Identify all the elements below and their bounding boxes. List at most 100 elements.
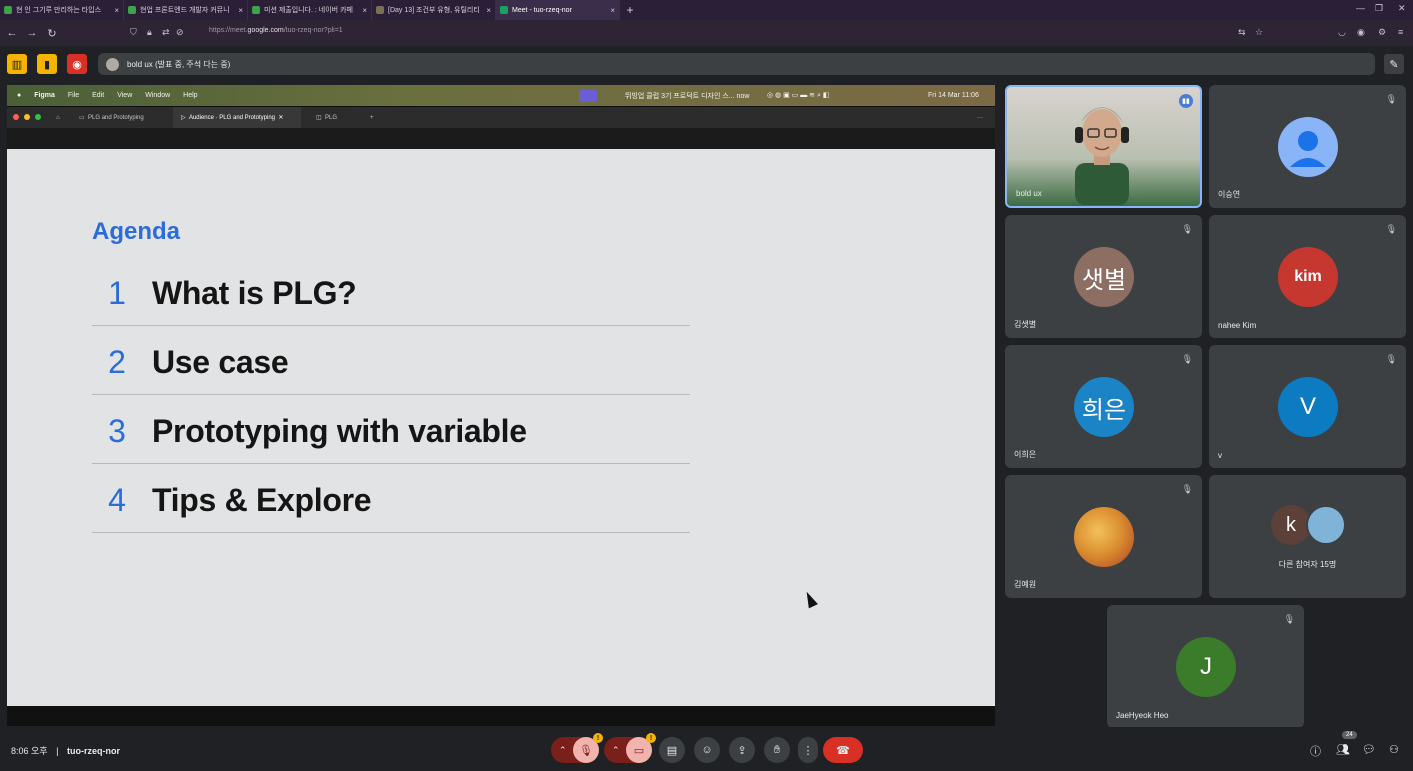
slide-title: Agenda (92, 218, 181, 245)
browser-tab-active[interactable]: Meet - tuo-rzeq-nor × (496, 0, 620, 20)
browser-tab[interactable]: 미션 제출입니다. : 네이버 카페 × (248, 0, 372, 20)
more-options-button[interactable]: ⋮ (798, 737, 818, 763)
pin-presentation-button[interactable]: ▮ (37, 54, 57, 74)
agenda-item: 2 Use case (92, 326, 690, 395)
agenda-item: 1 What is PLG? (92, 257, 690, 326)
avatar: 샛별 (1074, 247, 1134, 307)
presenting-banner: bold ux (발표 중, 주석 다는 중) (98, 53, 1375, 75)
participant-tile[interactable]: 🎙︎ kim nahee Kim (1209, 215, 1406, 338)
browser-tab[interactable]: 현 인 그기루 만리하는 타입스 × (0, 0, 124, 20)
menu-icon[interactable]: ≡ (1398, 27, 1403, 37)
meet-top-bar: ▥ ▮ ◉ bold ux (발표 중, 주석 다는 중) ✎ (0, 46, 1413, 84)
activities-icon[interactable]: ⚇ (1389, 743, 1399, 756)
participant-name: 이승연 (1218, 190, 1241, 199)
agenda-number: 1 (108, 275, 126, 311)
participant-video-tile[interactable]: ▮▮ bold ux (1005, 85, 1202, 208)
participant-name: JaeHyeok Heo (1116, 711, 1169, 720)
browser-tab[interactable]: 현업 프론트엔드 개발자 커뮤니 × (124, 0, 248, 20)
tab-label: Meet - tuo-rzeq-nor (512, 6, 572, 14)
camera-blocked-icon[interactable]: ⊘ (176, 27, 184, 38)
forward-icon[interactable]: → (22, 27, 42, 39)
reload-icon[interactable]: ↻ (42, 27, 62, 40)
hide-toolbar-button[interactable]: ▥ (7, 54, 27, 74)
others-count-label: 다른 참여자 15명 (1278, 560, 1337, 569)
tab-close-icon[interactable]: × (114, 6, 119, 15)
agenda-text: Prototyping with variable (152, 413, 527, 449)
separator: | (56, 746, 59, 756)
agenda-text: What is PLG? (152, 275, 357, 311)
leave-call-button[interactable]: ☎︎ (823, 737, 863, 763)
participant-tile[interactable]: 🎙︎ 이승연 (1209, 85, 1406, 208)
participant-name: v (1218, 451, 1222, 460)
emoji-button[interactable]: ☺ (694, 737, 720, 763)
mic-options-chevron-icon[interactable]: ⌃ (559, 745, 567, 756)
figma-tab-bar: ⌂ ▭ PLG and Prototyping ▷ Audience · PLG… (7, 107, 995, 128)
owl-avatar (1306, 505, 1346, 545)
tab-close-icon[interactable]: × (238, 6, 243, 15)
presenter-video (1075, 107, 1129, 205)
participant-tile[interactable]: 🎙︎ J JaeHyeok Heo (1107, 605, 1304, 728)
tab-close-icon[interactable]: × (362, 6, 367, 15)
record-button[interactable]: ◉ (67, 54, 87, 74)
traffic-close-icon (13, 114, 19, 120)
account-icon[interactable]: ◉ (1357, 27, 1365, 38)
participant-tile[interactable]: 🎙︎ 김예원 (1005, 475, 1202, 598)
new-tab-button[interactable]: + (620, 0, 640, 20)
agenda-text: Use case (152, 344, 289, 380)
people-icon[interactable]: 👥︎ (1336, 743, 1350, 756)
default-profile-icon (1278, 117, 1338, 177)
agenda-text: Tips & Explore (152, 482, 372, 518)
browser-tab[interactable]: [Day 13] 조건부 유형, 유틸리티 × (372, 0, 496, 20)
bookmark-star-icon[interactable]: ☆ (1255, 27, 1263, 38)
camera-options-chevron-icon[interactable]: ⌃ (612, 745, 620, 756)
back-icon[interactable]: ← (2, 27, 22, 39)
lock-icon[interactable]: 🔒︎ (147, 27, 152, 38)
chat-icon[interactable]: 💬︎ (1362, 743, 1376, 756)
url-field[interactable]: https://meet.google.com/tuo-rzeq-nor?pli… (209, 27, 343, 34)
extensions-icon[interactable]: ⚙ (1378, 27, 1386, 38)
menu-file: File (67, 92, 80, 99)
participant-tile[interactable]: 🎙︎ V v (1209, 345, 1406, 468)
avatar: kim (1278, 247, 1338, 307)
others-tile[interactable]: k 다른 참여자 15명 (1209, 475, 1406, 598)
meet-control-bar: 8:06 오후 | tuo-rzeq-nor ⌃ 🎙︎ ! ⌃ ▭ ! ▤ ☺ … (0, 727, 1413, 771)
tab-label: 현업 프론트엔드 개발자 커뮤니 (140, 7, 230, 14)
shield-icon[interactable]: ⛉ (130, 27, 137, 38)
tab-label: 현 인 그기루 만리하는 타입스 (16, 7, 102, 14)
raise-hand-button[interactable]: ✋︎ (764, 737, 790, 763)
participant-count-badge: 24 (1342, 731, 1357, 739)
mic-off-icon: 🎙︎ (1283, 614, 1295, 624)
figma-tab-active: ▷ Audience · PLG and Prototyping ✕ (173, 107, 301, 128)
menu-edit: Edit (92, 92, 105, 99)
mic-off-icon: 🎙︎ (1181, 354, 1193, 364)
menu-window: Window (145, 92, 171, 99)
meeting-info-icon[interactable]: ⓘ (1310, 743, 1321, 759)
window-close-icon[interactable]: ✕ (1398, 3, 1406, 14)
meeting-code: tuo-rzeq-nor (66, 746, 120, 756)
apple-icon: ● (17, 92, 22, 99)
avatar: k (1271, 505, 1311, 545)
status-icons: ◎ ◍ ▣ ▭ ▬ ≋ ⌕ ◧ (767, 92, 830, 99)
avatar: 희은 (1074, 377, 1134, 437)
annotate-pen-button[interactable]: ✎ (1384, 54, 1404, 74)
mouse-cursor-icon (802, 589, 818, 609)
agenda-slide: Agenda 1 What is PLG? 2 Use case 3 Proto… (7, 149, 995, 706)
participant-name: 이희은 (1014, 450, 1037, 459)
pocket-icon[interactable]: ◡ (1338, 27, 1346, 38)
participant-tile[interactable]: 🎙︎ 희은 이희은 (1005, 345, 1202, 468)
present-button[interactable]: ⇪ (729, 737, 755, 763)
tab-close-icon[interactable]: × (610, 6, 615, 15)
translate-icon[interactable]: ⇆ (1238, 27, 1246, 38)
address-bar-row: ← → ↻ ⛉ 🔒︎ ⇄ ⊘ https://meet.google.com/t… (0, 20, 1413, 46)
participant-name: 김샛별 (1014, 320, 1037, 329)
figma-tab: ◫ PLG (316, 114, 338, 122)
captions-button[interactable]: ▤ (659, 737, 685, 763)
minimize-icon[interactable]: — (1356, 3, 1365, 13)
agenda-number: 3 (108, 413, 126, 449)
permissions-icon[interactable]: ⇄ (162, 27, 170, 38)
tab-close-icon[interactable]: × (486, 6, 491, 15)
participant-tile[interactable]: 🎙︎ 샛별 김샛별 (1005, 215, 1202, 338)
screen-share-status-icon (579, 89, 597, 102)
restore-icon[interactable]: ❐ (1375, 3, 1383, 14)
participant-name: 김예원 (1014, 580, 1037, 589)
